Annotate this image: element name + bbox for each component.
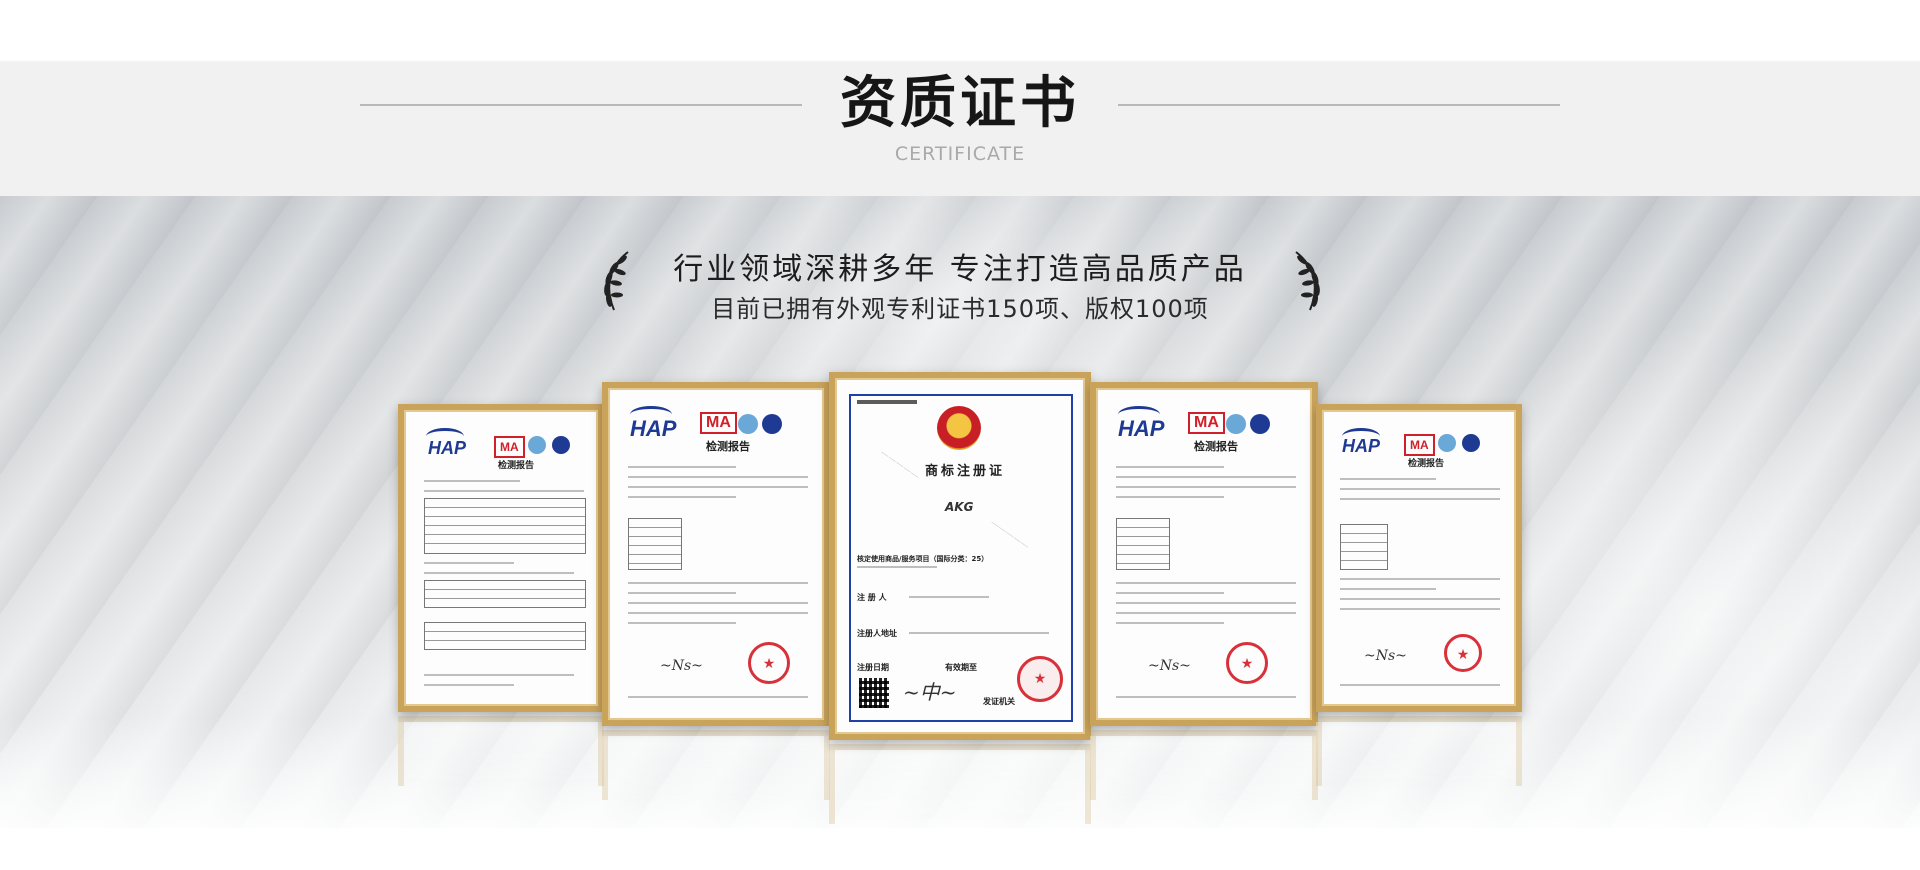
report-title: 检测报告 [1408,459,1445,469]
certificate-reflection [829,744,1091,824]
registrant-address-label: 注册人地址 [857,629,897,638]
qr-code-icon [859,678,889,708]
certificate-reflection [602,730,830,800]
certificate-frame-test-report-2: HAP MA 检测报告 ~Ns~ [602,382,830,726]
registration-date-label: 注册日期 [857,663,889,672]
ma-badge: MA [1404,434,1435,456]
issuing-authority-label: 发证机关 [983,697,1015,706]
cnas-mark-icon [1462,434,1480,452]
registrant-label: 注 册 人 [857,593,887,602]
report-title: 检测报告 [1194,440,1238,453]
trademark-title: 商标注册证 [925,464,1006,479]
certificate-paper: HAP MA 检测报告 ~Ns~ [610,390,822,718]
hap-logo: HAP [1342,436,1381,456]
hap-logo: HAP [630,416,677,441]
certificate-reflection [398,716,604,786]
certificate-frame-test-report-4: HAP MA 检测报告 ~Ns~ [1316,404,1522,712]
official-seal-icon [748,642,790,684]
ma-badge: MA [1188,412,1225,434]
certificate-frame-test-report-1: HAP MA 检测报告 [398,404,604,712]
cnas-mark-icon [762,414,782,434]
signature: ~Ns~ [660,658,703,674]
slogan-headline: 行业领域深耕多年 专注打造高品质产品 [673,252,1247,287]
certificate-frame-test-report-3: HAP MA 检测报告 ~Ns~ [1090,382,1318,726]
signature: ~Ns~ [1364,648,1407,664]
goods-services-label: 核定使用商品/服务项目（国际分类：25） [857,555,989,563]
cnas-mark-icon [552,436,570,454]
ma-badge: MA [494,436,525,458]
national-emblem-icon [937,406,981,450]
ilac-mark-icon [528,436,546,454]
valid-until-label: 有效期至 [945,663,977,672]
certificate-frame-trademark: 商标注册证 AKG ————— ————— 核定使用商品/服务项目（国际分类：2… [829,372,1091,740]
certificate-banner: 行业领域深耕多年 专注打造高品质产品 目前已拥有外观专利证书150项、版权100… [0,196,1920,828]
cnas-mark-icon [1250,414,1270,434]
trademark-logo: AKG [945,500,974,514]
section-header: 资质证书 CERTIFICATE [0,0,1920,196]
hap-logo: HAP [428,438,467,458]
hap-logo: HAP [1118,416,1165,441]
report-title: 检测报告 [706,440,750,453]
ilac-mark-icon [1438,434,1456,452]
official-seal-icon [1444,634,1482,672]
sample-table [1116,518,1170,570]
certificate-paper: 商标注册证 AKG ————— ————— 核定使用商品/服务项目（国际分类：2… [837,380,1083,732]
certificate-reflection [1316,716,1522,786]
ma-badge: MA [700,412,737,434]
certificate-reflection [1090,730,1318,800]
certificate-paper: HAP MA 检测报告 [406,412,596,704]
signature: ~Ns~ [1148,658,1191,674]
page-title: 资质证书 [840,71,1080,136]
signature: ~中~ [903,680,957,704]
certificate-paper: HAP MA 检测报告 ~Ns~ [1098,390,1310,718]
ilac-mark-icon [1226,414,1246,434]
certificate-paper: HAP MA 检测报告 ~Ns~ [1324,412,1514,704]
report-title: 检测报告 [498,461,535,471]
ilac-mark-icon [738,414,758,434]
official-seal-icon [1017,656,1063,702]
sample-table [628,518,682,570]
page-subtitle: CERTIFICATE [894,143,1026,165]
slogan-subline: 目前已拥有外观专利证书150项、版权100项 [711,295,1209,323]
official-seal-icon [1226,642,1268,684]
result-table [424,498,586,554]
